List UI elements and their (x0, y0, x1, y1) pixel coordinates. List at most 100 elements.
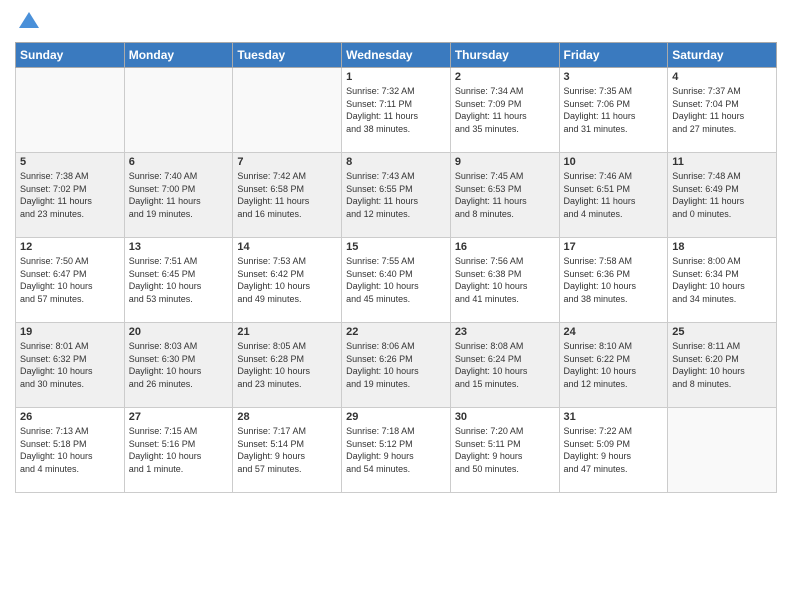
weekday-header-sunday: Sunday (16, 43, 125, 68)
day-number: 27 (129, 411, 229, 423)
day-info: Sunrise: 7:15 AM Sunset: 5:16 PM Dayligh… (129, 425, 229, 475)
day-info: Sunrise: 7:40 AM Sunset: 7:00 PM Dayligh… (129, 170, 229, 220)
day-number: 14 (237, 241, 337, 253)
day-number: 18 (672, 241, 772, 253)
day-info: Sunrise: 7:45 AM Sunset: 6:53 PM Dayligh… (455, 170, 555, 220)
day-number: 22 (346, 326, 446, 338)
day-number: 25 (672, 326, 772, 338)
day-cell: 13Sunrise: 7:51 AM Sunset: 6:45 PM Dayli… (124, 238, 233, 323)
day-number: 29 (346, 411, 446, 423)
day-number: 4 (672, 71, 772, 83)
day-info: Sunrise: 7:35 AM Sunset: 7:06 PM Dayligh… (564, 85, 664, 135)
day-info: Sunrise: 7:32 AM Sunset: 7:11 PM Dayligh… (346, 85, 446, 135)
day-number: 17 (564, 241, 664, 253)
day-number: 20 (129, 326, 229, 338)
day-number: 10 (564, 156, 664, 168)
day-info: Sunrise: 8:10 AM Sunset: 6:22 PM Dayligh… (564, 340, 664, 390)
day-number: 2 (455, 71, 555, 83)
weekday-header-monday: Monday (124, 43, 233, 68)
day-cell: 4 Sunrise: 7:37 AM Sunset: 7:04 PM Daylig… (668, 68, 777, 153)
weekday-header-row: SundayMondayTuesdayWednesdayThursdayFrid… (16, 43, 777, 68)
day-cell: 30Sunrise: 7:20 AM Sunset: 5:11 PM Dayli… (450, 408, 559, 493)
day-cell: 11 Sunrise: 7:48 AM Sunset: 6:49 PM Dayli… (668, 153, 777, 238)
day-number: 6 (129, 156, 229, 168)
day-info: Sunrise: 7:50 AM Sunset: 6:47 PM Dayligh… (20, 255, 120, 305)
day-number: 12 (20, 241, 120, 253)
day-info: Sunrise: 7:38 AM Sunset: 7:02 PM Dayligh… (20, 170, 120, 220)
day-number: 31 (564, 411, 664, 423)
weekday-header-saturday: Saturday (668, 43, 777, 68)
day-cell: 9 Sunrise: 7:45 AM Sunset: 6:53 PM Daylig… (450, 153, 559, 238)
day-info: Sunrise: 7:56 AM Sunset: 6:38 PM Dayligh… (455, 255, 555, 305)
day-number: 19 (20, 326, 120, 338)
day-cell: 6 Sunrise: 7:40 AM Sunset: 7:00 PM Daylig… (124, 153, 233, 238)
day-info: Sunrise: 7:34 AM Sunset: 7:09 PM Dayligh… (455, 85, 555, 135)
day-info: Sunrise: 7:58 AM Sunset: 6:36 PM Dayligh… (564, 255, 664, 305)
day-cell (16, 68, 125, 153)
day-info: Sunrise: 7:42 AM Sunset: 6:58 PM Dayligh… (237, 170, 337, 220)
day-cell: 19 Sunrise: 8:01 AM Sunset: 6:32 PM Dayli… (16, 323, 125, 408)
day-cell: 23 Sunrise: 8:08 AM Sunset: 6:24 PM Dayli… (450, 323, 559, 408)
week-row-2: 5 Sunrise: 7:38 AM Sunset: 7:02 PM Daylig… (16, 153, 777, 238)
day-info: Sunrise: 7:37 AM Sunset: 7:04 PM Dayligh… (672, 85, 772, 135)
day-number: 23 (455, 326, 555, 338)
day-cell: 1 Sunrise: 7:32 AM Sunset: 7:11 PM Daylig… (342, 68, 451, 153)
weekday-header-friday: Friday (559, 43, 668, 68)
day-cell (124, 68, 233, 153)
day-cell: 15 Sunrise: 7:55 AM Sunset: 6:40 PM Dayli… (342, 238, 451, 323)
day-info: Sunrise: 8:03 AM Sunset: 6:30 PM Dayligh… (129, 340, 229, 390)
weekday-header-thursday: Thursday (450, 43, 559, 68)
day-number: 16 (455, 241, 555, 253)
logo (15, 10, 41, 34)
day-info: Sunrise: 7:46 AM Sunset: 6:51 PM Dayligh… (564, 170, 664, 220)
day-number: 1 (346, 71, 446, 83)
day-cell (668, 408, 777, 493)
day-info: Sunrise: 8:08 AM Sunset: 6:24 PM Dayligh… (455, 340, 555, 390)
day-number: 26 (20, 411, 120, 423)
day-info: Sunrise: 7:53 AM Sunset: 6:42 PM Dayligh… (237, 255, 337, 305)
day-cell: 5 Sunrise: 7:38 AM Sunset: 7:02 PM Daylig… (16, 153, 125, 238)
day-info: Sunrise: 7:22 AM Sunset: 5:09 PM Dayligh… (564, 425, 664, 475)
day-cell: 10 Sunrise: 7:46 AM Sunset: 6:51 PM Dayli… (559, 153, 668, 238)
day-number: 9 (455, 156, 555, 168)
day-info: Sunrise: 7:17 AM Sunset: 5:14 PM Dayligh… (237, 425, 337, 475)
day-cell: 22 Sunrise: 8:06 AM Sunset: 6:26 PM Dayli… (342, 323, 451, 408)
day-number: 8 (346, 156, 446, 168)
day-info: Sunrise: 7:48 AM Sunset: 6:49 PM Dayligh… (672, 170, 772, 220)
day-number: 7 (237, 156, 337, 168)
week-row-5: 26 Sunrise: 7:13 AM Sunset: 5:18 PM Dayli… (16, 408, 777, 493)
calendar-page: SundayMondayTuesdayWednesdayThursdayFrid… (0, 0, 792, 612)
weekday-header-tuesday: Tuesday (233, 43, 342, 68)
day-info: Sunrise: 8:05 AM Sunset: 6:28 PM Dayligh… (237, 340, 337, 390)
day-info: Sunrise: 7:20 AM Sunset: 5:11 PM Dayligh… (455, 425, 555, 475)
day-number: 3 (564, 71, 664, 83)
day-number: 28 (237, 411, 337, 423)
day-cell (233, 68, 342, 153)
day-cell: 7 Sunrise: 7:42 AM Sunset: 6:58 PM Daylig… (233, 153, 342, 238)
day-info: Sunrise: 8:06 AM Sunset: 6:26 PM Dayligh… (346, 340, 446, 390)
day-cell: 21 Sunrise: 8:05 AM Sunset: 6:28 PM Dayli… (233, 323, 342, 408)
day-cell: 17 Sunrise: 7:58 AM Sunset: 6:36 PM Dayli… (559, 238, 668, 323)
day-number: 11 (672, 156, 772, 168)
day-cell: 16 Sunrise: 7:56 AM Sunset: 6:38 PM Dayli… (450, 238, 559, 323)
day-cell: 31 Sunrise: 7:22 AM Sunset: 5:09 PM Dayli… (559, 408, 668, 493)
day-cell: 27 Sunrise: 7:15 AM Sunset: 5:16 PM Dayli… (124, 408, 233, 493)
logo-icon (17, 10, 41, 34)
day-cell: 24 Sunrise: 8:10 AM Sunset: 6:22 PM Dayli… (559, 323, 668, 408)
day-number: 5 (20, 156, 120, 168)
week-row-1: 1 Sunrise: 7:32 AM Sunset: 7:11 PM Daylig… (16, 68, 777, 153)
day-number: 21 (237, 326, 337, 338)
day-number: 15 (346, 241, 446, 253)
day-cell: 12 Sunrise: 7:50 AM Sunset: 6:47 PM Dayli… (16, 238, 125, 323)
week-row-4: 19 Sunrise: 8:01 AM Sunset: 6:32 PM Dayli… (16, 323, 777, 408)
day-info: Sunrise: 7:43 AM Sunset: 6:55 PM Dayligh… (346, 170, 446, 220)
day-info: Sunrise: 7:13 AM Sunset: 5:18 PM Dayligh… (20, 425, 120, 475)
week-row-3: 12 Sunrise: 7:50 AM Sunset: 6:47 PM Dayli… (16, 238, 777, 323)
calendar-table: SundayMondayTuesdayWednesdayThursdayFrid… (15, 42, 777, 493)
day-number: 24 (564, 326, 664, 338)
day-cell: 3 Sunrise: 7:35 AM Sunset: 7:06 PM Daylig… (559, 68, 668, 153)
day-info: Sunrise: 8:01 AM Sunset: 6:32 PM Dayligh… (20, 340, 120, 390)
day-info: Sunrise: 7:55 AM Sunset: 6:40 PM Dayligh… (346, 255, 446, 305)
day-info: Sunrise: 8:00 AM Sunset: 6:34 PM Dayligh… (672, 255, 772, 305)
day-cell: 2 Sunrise: 7:34 AM Sunset: 7:09 PM Daylig… (450, 68, 559, 153)
